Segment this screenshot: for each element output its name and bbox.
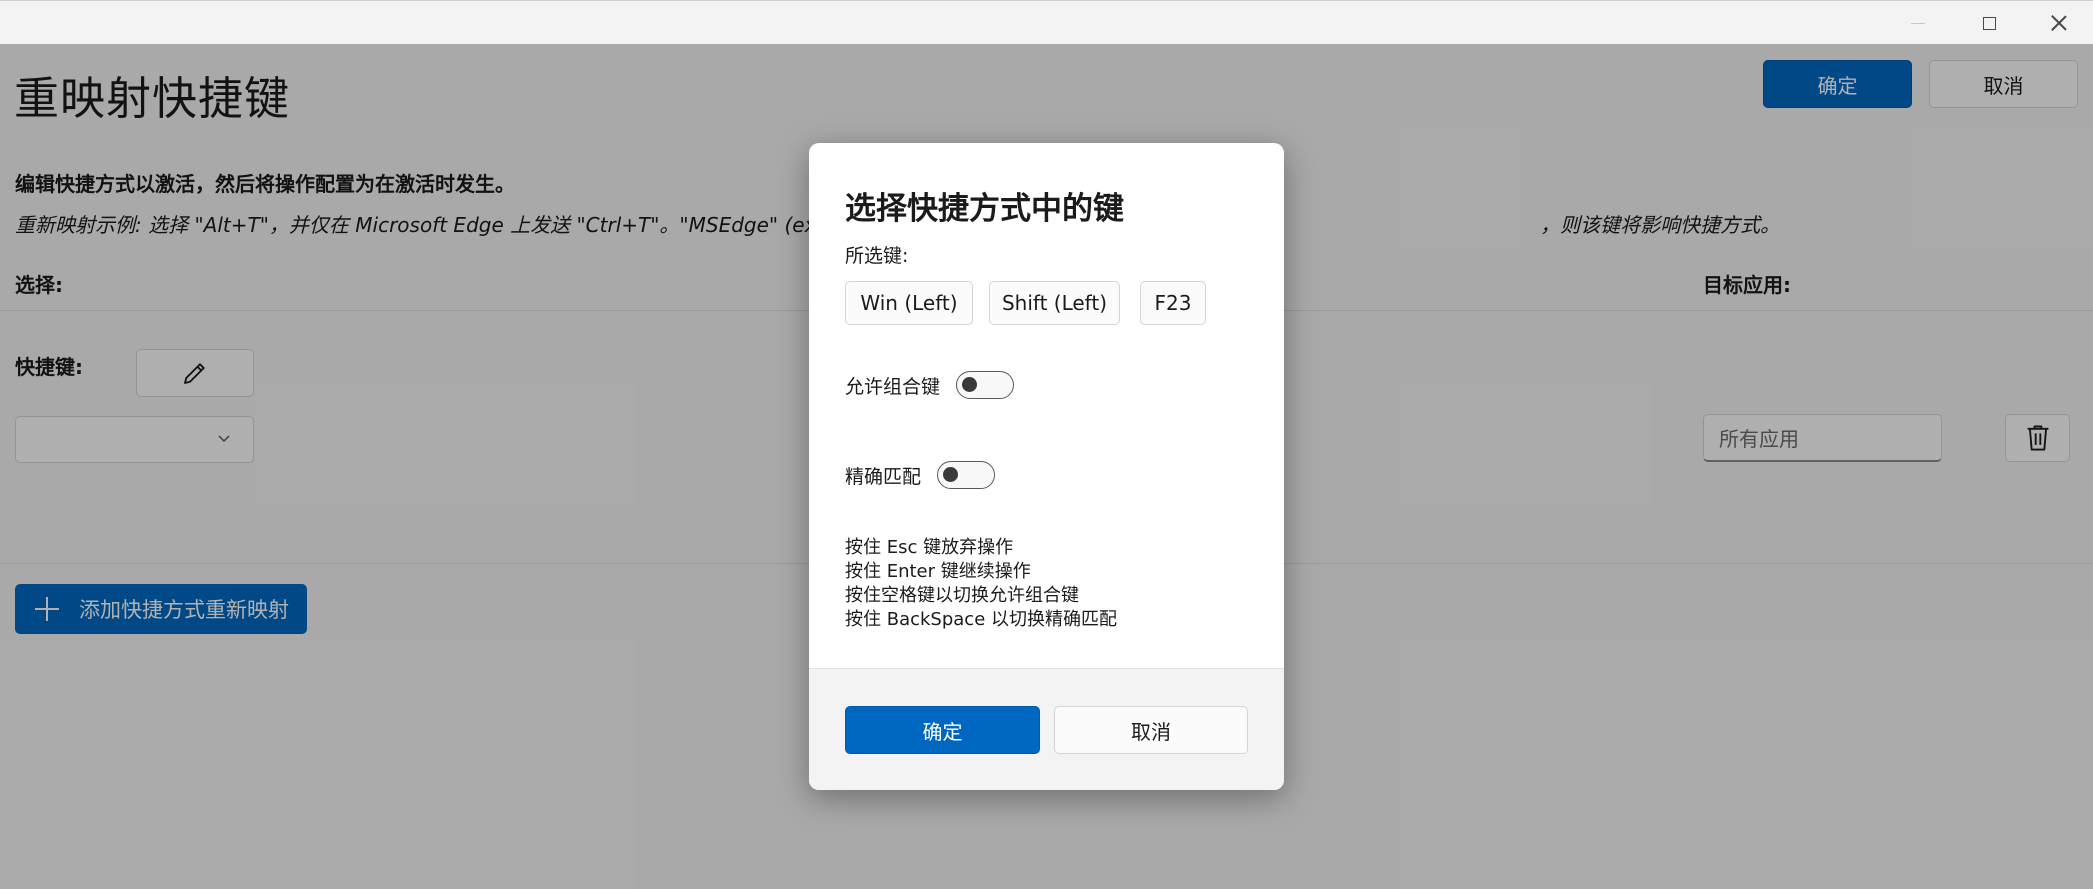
minimize-icon: [1911, 22, 1925, 24]
key-chip: Win (Left): [845, 281, 973, 325]
dialog-footer: 确定 取消: [809, 668, 1284, 790]
hint-line: 按住空格键以切换允许组合键: [845, 585, 1079, 606]
key-chip: F23: [1140, 281, 1206, 325]
exact-match-toggle[interactable]: [937, 461, 996, 489]
toggle-knob: [962, 377, 978, 392]
minimize-button[interactable]: [1887, 1, 1949, 45]
exact-match-row: 精确匹配: [845, 461, 996, 489]
hint-line: 按住 Enter 键继续操作: [845, 561, 1031, 582]
maximize-button[interactable]: [1958, 1, 2020, 45]
maximize-icon: [1982, 16, 1996, 30]
dialog-ok-button[interactable]: 确定: [845, 706, 1040, 754]
allow-chords-toggle[interactable]: [956, 371, 1015, 399]
hint-line: 按住 BackSpace 以切换精确匹配: [845, 609, 1117, 630]
allow-chords-label: 允许组合键: [845, 375, 941, 398]
key-chip: Shift (Left): [989, 281, 1120, 325]
select-keys-dialog: 选择快捷方式中的键 所选键: Win (Left) Shift (Left) F…: [809, 143, 1284, 790]
close-button[interactable]: [2028, 1, 2090, 45]
dialog-title: 选择快捷方式中的键: [845, 191, 1124, 227]
exact-match-label: 精确匹配: [845, 465, 922, 488]
hint-line: 按住 Esc 键放弃操作: [845, 537, 1014, 558]
toggle-knob: [943, 467, 959, 482]
allow-chords-row: 允许组合键: [845, 371, 1015, 399]
close-icon: [2051, 15, 2067, 31]
title-bar: [0, 0, 2093, 45]
keyboard-hints: 按住 Esc 键放弃操作 按住 Enter 键继续操作 按住空格键以切换允许组合…: [845, 536, 1117, 632]
dialog-cancel-button[interactable]: 取消: [1054, 706, 1248, 754]
selected-keys-label: 所选键:: [845, 245, 909, 267]
